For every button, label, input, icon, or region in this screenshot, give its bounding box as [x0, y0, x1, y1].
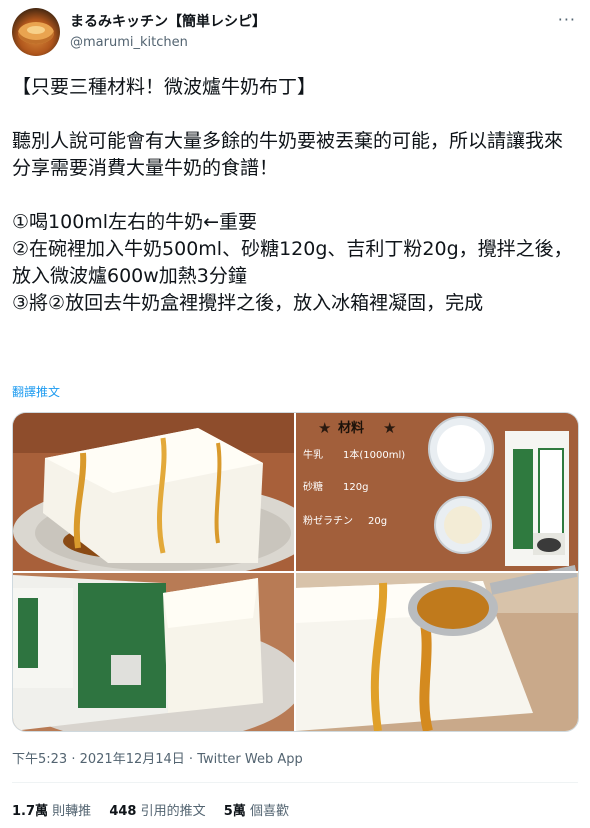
recipe-step-3: ③將②放回去牛奶盒裡攪拌之後，放入冰箱裡凝固，完成: [12, 292, 484, 314]
likes-stat[interactable]: 5萬 個喜歡: [224, 804, 289, 819]
tweet-time[interactable]: 下午5:23: [12, 752, 67, 767]
more-options-icon[interactable]: ···: [558, 10, 576, 29]
ingredient-name: 牛乳: [303, 448, 323, 461]
translate-tweet-link[interactable]: 翻譯推文: [12, 383, 60, 400]
ingredients-heading: 材料: [338, 420, 364, 436]
likes-label: 個喜歡: [249, 804, 289, 819]
ingredient-name: 砂糖: [303, 480, 323, 493]
ingredient-amount: 20g: [368, 516, 387, 527]
tweet-text: 【只要三種材料！微波爐牛奶布丁】 聽別人說可能會有大量多餘的牛奶要被丟棄的可能，…: [12, 74, 578, 317]
tweet-intro: 聽別人說可能會有大量多餘的牛奶要被丟棄的可能，所以請讓我來分享需要消費大量牛奶的…: [12, 130, 564, 179]
ingredient-name: 粉ゼラチン: [303, 514, 353, 527]
quotes-stat[interactable]: 448 引用的推文: [109, 804, 209, 819]
user-handle[interactable]: @marumi_kitchen: [70, 35, 266, 50]
star-icon: ★: [383, 419, 396, 437]
retweets-stat[interactable]: 1.7萬 則轉推: [12, 804, 95, 819]
tweet-date[interactable]: 2021年12月14日: [80, 752, 185, 767]
photo-spoon-syrup[interactable]: [296, 565, 578, 731]
display-name[interactable]: まるみキッチン【簡単レシピ】: [70, 11, 266, 31]
ingredient-amount: 120g: [343, 482, 368, 493]
tweet-media-grid: ★ 材料 ★ 牛乳 1本(1000ml) 砂糖 120g 粉ゼラチン 20g: [12, 412, 579, 732]
likes-count: 5萬: [223, 804, 246, 819]
tweet-header: まるみキッチン【簡単レシピ】 @marumi_kitchen ···: [12, 8, 578, 58]
tweet-stats: 1.7萬 則轉推 448 引用的推文 5萬 個喜歡: [12, 800, 303, 819]
quotes-label: 引用的推文: [140, 804, 206, 819]
tweet-source[interactable]: Twitter Web App: [197, 752, 303, 767]
tweet-meta: 下午5:23 · 2021年12月14日 · Twitter Web App: [12, 752, 303, 767]
retweets-label: 則轉推: [52, 804, 92, 819]
ingredient-amount: 1本(1000ml): [343, 448, 405, 461]
food-avatar-icon[interactable]: [12, 8, 60, 56]
user-info[interactable]: まるみキッチン【簡単レシピ】 @marumi_kitchen: [70, 11, 266, 50]
recipe-step-1: ①喝100ml左右的牛奶←重要: [12, 211, 258, 233]
photo-carton-pudding[interactable]: [13, 573, 303, 731]
divider: [12, 782, 578, 783]
photo-ingredients[interactable]: ★ 材料 ★ 牛乳 1本(1000ml) 砂糖 120g 粉ゼラチン 20g: [296, 413, 578, 571]
photo-pudding-plate[interactable]: [13, 413, 313, 579]
star-icon: ★: [318, 419, 331, 437]
quotes-count: 448: [109, 804, 137, 819]
tweet-title: 【只要三種材料！微波爐牛奶布丁】: [12, 76, 317, 98]
recipe-step-2: ②在碗裡加入牛奶500ml、砂糖120g、吉利丁粉20g，攪拌之後，放入微波爐6…: [12, 238, 573, 287]
retweets-count: 1.7萬: [12, 804, 49, 819]
